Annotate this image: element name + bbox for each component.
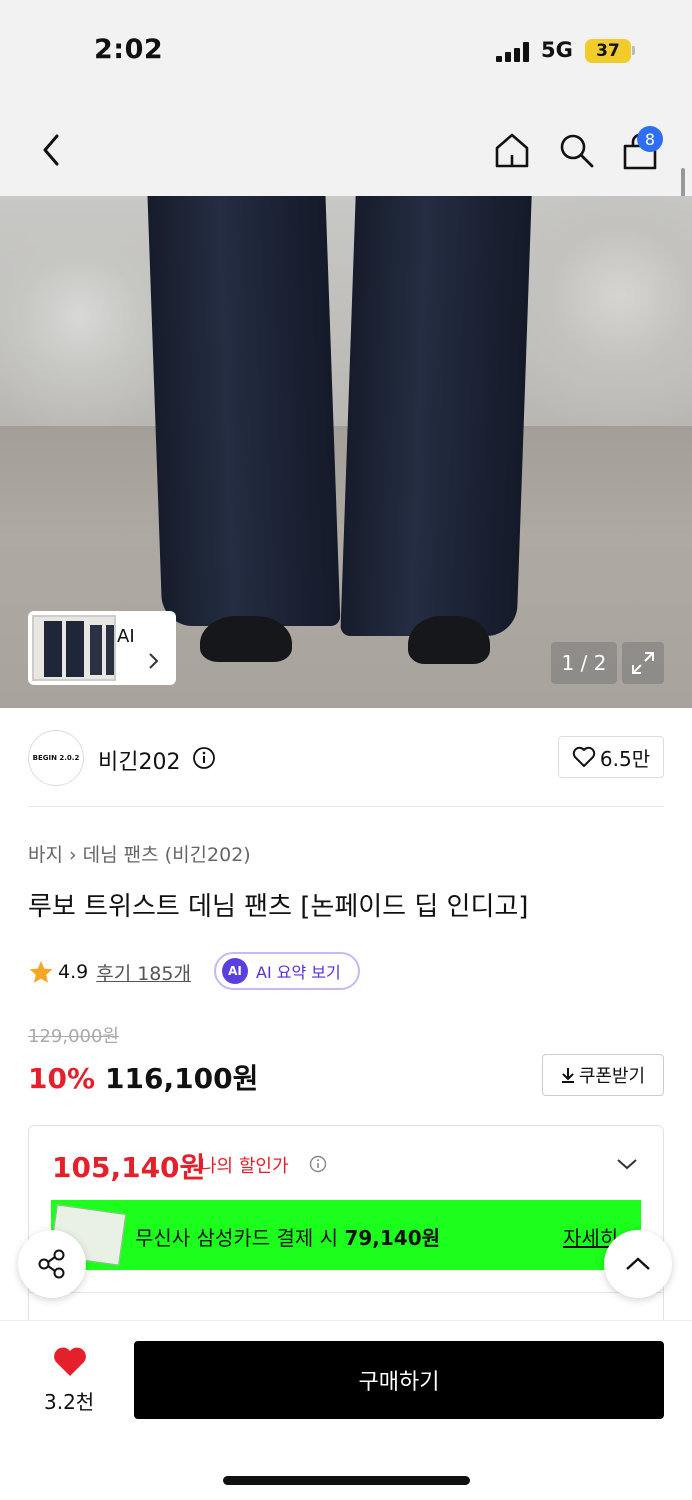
- share-icon: [38, 1249, 65, 1279]
- sale-price: 116,100원: [105, 1062, 259, 1095]
- breadcrumb-item[interactable]: 바지: [28, 844, 63, 866]
- brand-like-button[interactable]: 6.5만: [558, 736, 664, 778]
- battery-tip: [632, 46, 635, 55]
- ai-thumbnail-label: AI: [117, 626, 135, 647]
- search-icon[interactable]: [554, 128, 598, 172]
- original-price: 129,000원: [28, 1026, 119, 1047]
- info-icon[interactable]: [309, 1155, 327, 1177]
- scroll-top-button[interactable]: [604, 1230, 672, 1298]
- review-link[interactable]: 후기 185개: [96, 959, 191, 986]
- back-icon[interactable]: [34, 130, 68, 170]
- breadcrumb: 바지 › 데님 팬츠 (비긴202): [28, 840, 251, 867]
- card-promo-price: 79,140원: [344, 1226, 441, 1250]
- network-label: 5G: [541, 38, 573, 62]
- rating-row: 4.9 후기 185개: [28, 956, 191, 988]
- left-shoe: [200, 616, 292, 662]
- status-time: 2:02: [94, 34, 164, 65]
- wall-background: [0, 196, 692, 436]
- breadcrumb-separator-icon: ›: [69, 844, 83, 866]
- status-bar: 2:02 5G 37: [0, 0, 692, 100]
- chevron-down-icon[interactable]: [616, 1156, 638, 1175]
- coupon-button[interactable]: 쿠폰받기: [542, 1054, 664, 1096]
- battery-icon: 37: [585, 39, 631, 63]
- right-pant-leg: [340, 196, 532, 636]
- breadcrumb-item[interactable]: 데님 팬츠 (비긴202): [83, 844, 251, 866]
- chevron-right-icon: [147, 652, 159, 674]
- brand-name[interactable]: 비긴202: [98, 744, 180, 776]
- discount-rate: 10%: [28, 1062, 96, 1095]
- thumbnail-image: [32, 615, 116, 681]
- heart-filled-icon[interactable]: [52, 1346, 88, 1382]
- cart-count-badge: 8: [637, 126, 663, 152]
- right-shoe: [408, 616, 490, 664]
- info-icon[interactable]: [192, 746, 216, 774]
- buy-button[interactable]: 구매하기: [134, 1341, 664, 1419]
- heart-outline-icon: [572, 746, 596, 767]
- price-row: 10% 116,100원: [28, 1057, 258, 1097]
- image-page-counter: 1 / 2: [551, 642, 617, 684]
- product-title: 루보 트위스트 데님 팬츠 [논페이드 딥 인디고]: [28, 892, 529, 922]
- ai-summary-label: AI 요약 보기: [256, 963, 341, 982]
- ai-summary-button[interactable]: AI AI 요약 보기: [214, 952, 360, 990]
- star-icon: [29, 961, 53, 983]
- chevron-up-icon: [626, 1257, 650, 1270]
- rating-value: 4.9: [58, 961, 89, 983]
- card-promo-text: 무신사 삼성카드 결제 시 79,140원: [135, 1222, 440, 1251]
- divider: [28, 806, 664, 807]
- download-icon: [561, 1068, 574, 1083]
- divider: [28, 1292, 664, 1293]
- left-pant-leg: [147, 196, 341, 626]
- expand-icon[interactable]: [622, 642, 664, 684]
- brand-logo[interactable]: BEGIN 2.0.2: [28, 730, 84, 786]
- card-promo-prefix: 무신사 삼성카드 결제 시: [135, 1226, 339, 1250]
- my-discount-price: 105,140원: [52, 1151, 206, 1184]
- ai-badge-icon: AI: [222, 958, 248, 984]
- home-icon[interactable]: [490, 128, 534, 172]
- brand-like-count: 6.5만: [599, 746, 651, 771]
- signal-icon: [496, 42, 530, 62]
- home-indicator: [223, 1476, 470, 1485]
- my-discount-label: 나의 할인가: [200, 1156, 289, 1177]
- wish-count: 3.2천: [44, 1390, 95, 1414]
- share-button[interactable]: [18, 1230, 86, 1298]
- coupon-button-label: 쿠폰받기: [578, 1066, 646, 1087]
